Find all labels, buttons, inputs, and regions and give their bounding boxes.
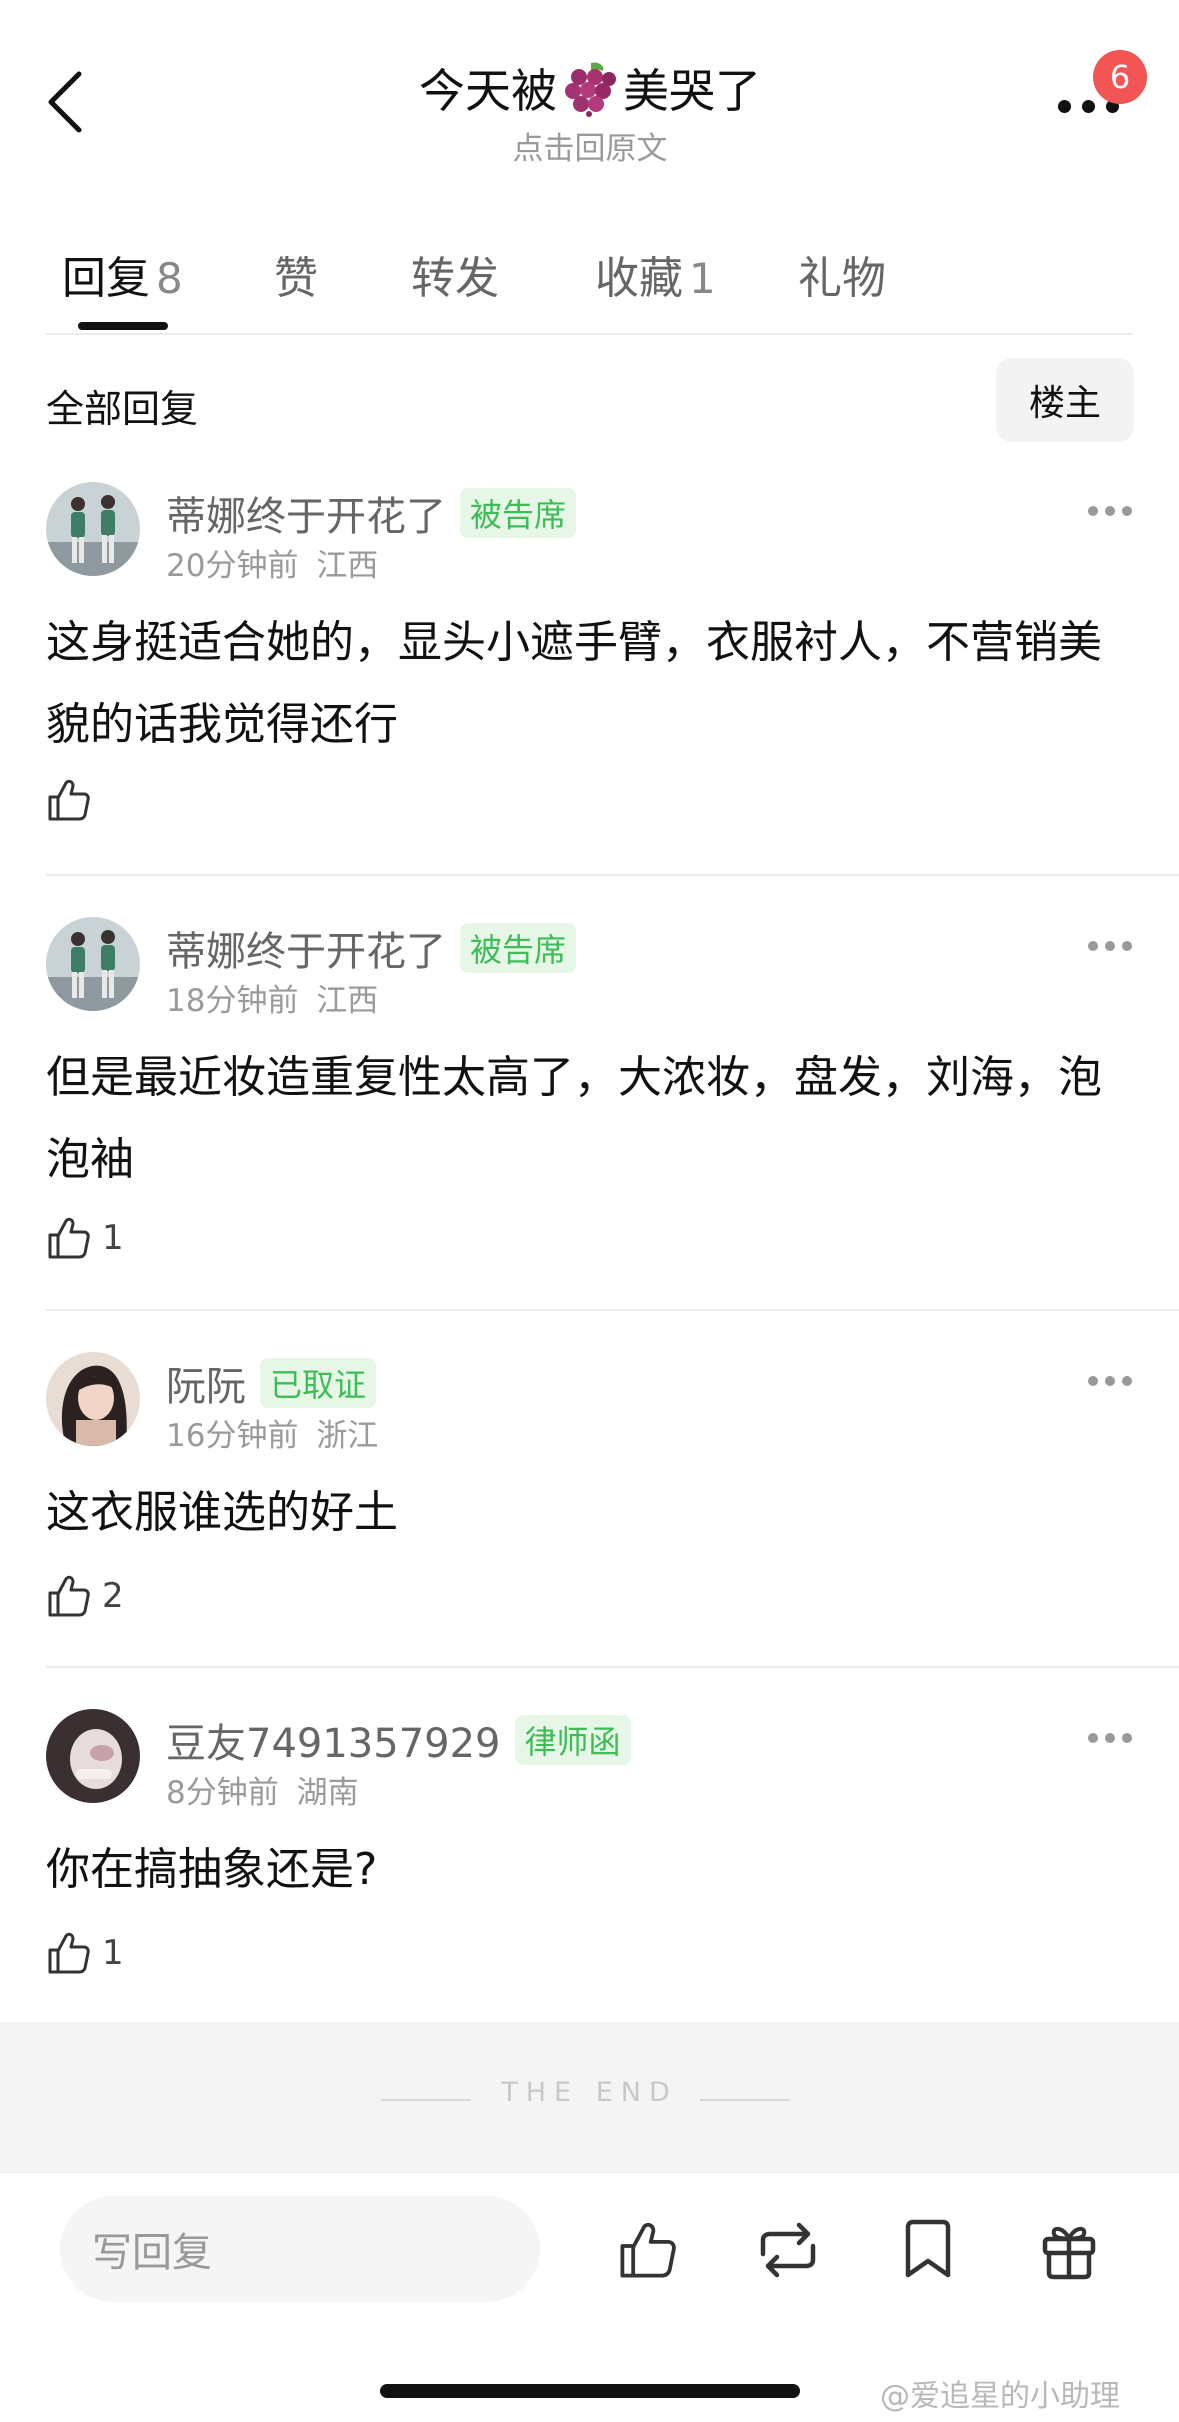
comment-meta: 18分钟前 江西	[166, 975, 378, 1020]
comment-time: 20分钟前	[166, 548, 299, 584]
tab-label: 转发	[411, 253, 499, 304]
end-label: THE END	[501, 2077, 678, 2108]
tab-favorites[interactable]: 收藏 1	[595, 242, 716, 306]
comment-location: 江西	[316, 548, 379, 584]
tab-label: 回复	[62, 253, 150, 304]
tab-count: 8	[156, 254, 183, 303]
comment-more-button[interactable]	[1088, 506, 1132, 520]
like-post-button[interactable]	[613, 2215, 683, 2285]
username[interactable]: 蒂娜终于开花了 被告席	[166, 484, 577, 542]
comment-more-button[interactable]	[1088, 1733, 1132, 1747]
like-button[interactable]: 1	[46, 1928, 124, 1978]
active-tab-indicator	[78, 322, 168, 330]
divider	[46, 1309, 1179, 1311]
avatar-image	[46, 917, 140, 1011]
avatar[interactable]	[46, 917, 140, 1011]
bookmark-button[interactable]	[893, 2215, 963, 2285]
divider	[46, 874, 1179, 876]
home-indicator[interactable]	[380, 2384, 800, 2398]
like-count: 1	[102, 1933, 124, 1973]
comment-meta: 16分钟前 浙江	[166, 1410, 378, 1455]
avatar[interactable]	[46, 1352, 140, 1446]
user-tag: 已取证	[260, 1358, 377, 1408]
comment-location: 湖南	[296, 1775, 359, 1811]
back-to-original-link[interactable]: 点击回原文	[290, 123, 890, 168]
bottom-action-bar: 写回复 @爱追星的小助理	[0, 2172, 1179, 2422]
username-text: 豆友7491357929	[166, 1721, 501, 1767]
like-count: 2	[102, 1576, 124, 1616]
avatar-image	[46, 1709, 140, 1803]
user-tag: 被告席	[460, 488, 577, 538]
user-tag: 律师函	[514, 1715, 631, 1765]
comment-location: 江西	[316, 983, 379, 1019]
tab-label: 收藏	[595, 253, 683, 304]
thumbs-up-icon	[48, 1575, 90, 1617]
divider	[46, 333, 1133, 335]
more-dot-icon	[1082, 100, 1095, 113]
comment-meta: 20分钟前 江西	[166, 540, 378, 585]
username-text: 蒂娜终于开花了	[166, 929, 446, 975]
tab-replies[interactable]: 回复 8	[62, 242, 183, 306]
tab-gifts[interactable]: 礼物	[798, 242, 886, 306]
divider	[46, 1666, 1179, 1668]
comment-text: 但是最近妆造重复性太高了，大浓妆，盘发，刘海，泡泡袖	[46, 1052, 1102, 1185]
avatar[interactable]	[46, 482, 140, 576]
comment-text: 这身挺适合她的，显头小遮手臂，衣服衬人，不营销美貌的话我觉得还行	[46, 617, 1102, 750]
thumbs-up-icon	[48, 779, 90, 821]
title-left: 今天被	[419, 64, 557, 118]
username[interactable]: 豆友7491357929 律师函	[166, 1711, 631, 1769]
header: 今天被 美哭了 点击回原文 6	[0, 0, 1179, 175]
tab-reposts[interactable]: 转发	[411, 242, 499, 306]
tab-label: 赞	[274, 253, 318, 304]
comment-time: 8分钟前	[166, 1775, 279, 1811]
title-right: 美哭了	[623, 64, 761, 118]
user-tag: 被告席	[460, 923, 577, 973]
username[interactable]: 阮阮 已取证	[166, 1354, 377, 1412]
like-button[interactable]: 1	[46, 1213, 124, 1263]
repost-icon	[760, 2222, 816, 2278]
avatar-image	[46, 482, 140, 576]
owner-only-button[interactable]: 楼主	[996, 358, 1134, 442]
repost-button[interactable]	[753, 2215, 823, 2285]
bookmark-icon	[905, 2219, 951, 2278]
thumbs-up-icon	[48, 1932, 90, 1974]
all-replies-heading: 全部回复	[46, 387, 199, 431]
tab-bar: 回复 8 赞 转发 收藏 1 礼物	[0, 230, 1179, 340]
comment-text: 这衣服谁选的好土	[46, 1487, 398, 1538]
grapes-icon	[565, 62, 616, 117]
comment-text: 你在搞抽象还是?	[46, 1844, 378, 1895]
avatar-image	[46, 1352, 140, 1446]
comment-more-button[interactable]	[1088, 1376, 1132, 1390]
tab-label: 礼物	[798, 253, 886, 304]
thumbs-up-icon	[620, 2222, 676, 2278]
comment-location: 浙江	[316, 1418, 379, 1454]
more-dot-icon	[1058, 100, 1071, 113]
back-button[interactable]	[40, 62, 90, 142]
like-button[interactable]: 2	[46, 1571, 124, 1621]
gift-button[interactable]	[1034, 2215, 1104, 2285]
comment-time: 16分钟前	[166, 1418, 299, 1454]
gift-icon	[1042, 2226, 1096, 2280]
title-block[interactable]: 今天被 美哭了 点击回原文	[290, 55, 890, 168]
reply-input[interactable]: 写回复	[60, 2196, 540, 2302]
comment-meta: 8分钟前 湖南	[166, 1767, 359, 1812]
username[interactable]: 蒂娜终于开花了 被告席	[166, 919, 577, 977]
comment-time: 18分钟前	[166, 983, 299, 1019]
username-text: 蒂娜终于开花了	[166, 494, 446, 540]
tab-likes[interactable]: 赞	[274, 242, 318, 306]
username-text: 阮阮	[166, 1364, 246, 1410]
notification-badge: 6	[1093, 50, 1147, 104]
thumbs-up-icon	[48, 1217, 90, 1259]
avatar[interactable]	[46, 1709, 140, 1803]
page-title: 今天被 美哭了	[290, 55, 890, 121]
end-line-right	[700, 2099, 790, 2101]
end-of-list: THE END	[0, 2022, 1179, 2172]
chevron-left-icon	[48, 71, 82, 133]
watermark: @爱追星的小助理	[880, 2379, 1120, 2414]
like-button[interactable]	[46, 775, 102, 825]
comment-more-button[interactable]	[1088, 941, 1132, 955]
like-count: 1	[102, 1218, 124, 1258]
tab-count: 1	[689, 254, 716, 303]
